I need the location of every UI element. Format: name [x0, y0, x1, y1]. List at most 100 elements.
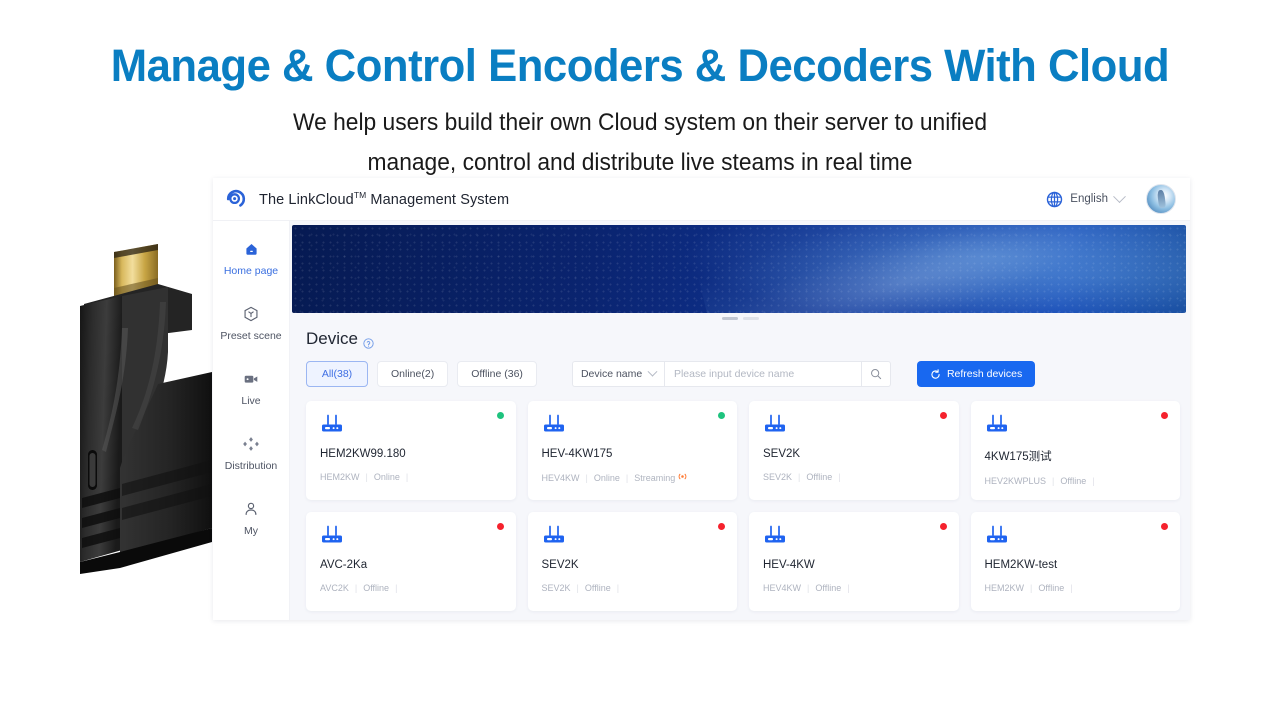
chevron-down-icon: [647, 366, 657, 376]
device-name: HEV-4KW: [763, 559, 945, 571]
device-streaming: Streaming: [634, 472, 687, 483]
sidebar-item-distribution[interactable]: Distribution: [213, 434, 289, 472]
device-model: HEV4KW: [763, 583, 801, 593]
device-status-dot: [940, 523, 947, 530]
sidebar-label-preset-scene: Preset scene: [220, 330, 281, 342]
device-card-2[interactable]: HEV-4KW175 HEV4KW | Online | Streaming: [528, 401, 738, 500]
device-router-icon: [542, 532, 568, 549]
device-status-dot: [718, 412, 725, 419]
cube-icon: [241, 304, 261, 324]
device-status: Offline: [806, 472, 832, 482]
page-title: Manage & Control Encoders & Decoders Wit…: [19, 40, 1261, 92]
sidebar-item-preset-scene[interactable]: Preset scene: [213, 304, 289, 342]
search-icon: [870, 368, 882, 380]
device-toolbar: All(38) Online(2) Offline (36) Device na…: [306, 361, 1190, 387]
device-status: Offline: [585, 583, 611, 593]
sidebar: Home page Preset scene: [213, 221, 290, 620]
language-selector[interactable]: English: [1040, 186, 1132, 212]
search-submit-button[interactable]: [861, 361, 891, 387]
device-meta: HEV4KW | Online | Streaming: [542, 472, 724, 483]
device-status-dot: [497, 523, 504, 530]
device-model: HEM2KW: [985, 583, 1025, 593]
device-name: AVC-2Ka: [320, 559, 502, 571]
device-model: HEV4KW: [542, 473, 580, 483]
filter-tab-online[interactable]: Online(2): [377, 361, 448, 387]
device-card-4[interactable]: 4KW175测试 HEV2KWPLUS | Offline |: [971, 401, 1181, 500]
app-body: Home page Preset scene: [213, 221, 1190, 620]
device-card-8[interactable]: HEM2KW-test HEM2KW | Offline |: [971, 512, 1181, 611]
page-subtitle: We help users build their own Cloud syst…: [32, 103, 1248, 183]
app-brand-title: The LinkCloudTM Management System: [259, 190, 509, 208]
device-router-icon: [763, 532, 789, 549]
person-icon: [241, 499, 261, 519]
avatar[interactable]: [1146, 184, 1176, 214]
device-status: Offline: [1060, 476, 1086, 486]
search-field-select-value: Device name: [581, 368, 642, 380]
brand-name-prefix: The LinkCloud: [259, 192, 354, 208]
sidebar-label-home-page: Home page: [224, 265, 278, 277]
help-circle-icon[interactable]: [363, 334, 374, 345]
device-name: 4KW175测试: [985, 448, 1167, 464]
device-status: Offline: [815, 583, 841, 593]
search-field-select[interactable]: Device name: [572, 361, 664, 387]
device-status-dot: [1161, 523, 1168, 530]
device-meta: HEM2KW | Offline |: [985, 583, 1167, 593]
brand-trademark: TM: [354, 190, 366, 200]
carousel-dot-1[interactable]: [722, 317, 738, 320]
device-model: HEM2KW: [320, 472, 360, 482]
refresh-icon: [930, 369, 941, 380]
language-label: English: [1070, 193, 1108, 205]
device-meta: HEV4KW | Offline |: [763, 583, 945, 593]
device-section-title: Device: [306, 329, 1190, 349]
device-card-7[interactable]: HEV-4KW HEV4KW | Offline |: [749, 512, 959, 611]
main-content: Device All(38) Online(2) Offline (36): [290, 221, 1190, 620]
sidebar-label-distribution: Distribution: [225, 460, 278, 472]
carousel-dot-2[interactable]: [743, 317, 759, 320]
device-status-dot: [940, 412, 947, 419]
linkcloud-logo-icon: [225, 188, 247, 210]
device-name: SEV2K: [542, 559, 724, 571]
video-camera-icon: [241, 369, 261, 389]
sidebar-label-my: My: [244, 525, 258, 537]
filter-tab-offline[interactable]: Offline (36): [457, 361, 537, 387]
subtitle-line-1: We help users build their own Cloud syst…: [32, 103, 1248, 143]
app-header: The LinkCloudTM Management System Englis…: [213, 178, 1190, 221]
device-title-text: Device: [306, 329, 358, 349]
sidebar-item-live[interactable]: Live: [213, 369, 289, 407]
device-status: Offline: [1038, 583, 1064, 593]
device-model: AVC2K: [320, 583, 349, 593]
device-card-grid: HEM2KW99.180 HEM2KW | Online | HEV-4KW17…: [306, 401, 1180, 611]
device-name: HEV-4KW175: [542, 448, 724, 460]
brand-name-suffix: Management System: [366, 192, 509, 208]
sidebar-item-home-page[interactable]: Home page: [213, 239, 289, 277]
banner-carousel-dots: [290, 317, 1190, 320]
device-model: SEV2K: [542, 583, 571, 593]
device-router-icon: [320, 532, 346, 549]
device-card-3[interactable]: SEV2K SEV2K | Offline |: [749, 401, 959, 500]
device-name-search-input[interactable]: Please input device name: [664, 361, 861, 387]
home-icon: [241, 239, 261, 259]
device-search-group: Device name Please input device name: [572, 361, 891, 387]
device-card-6[interactable]: SEV2K SEV2K | Offline |: [528, 512, 738, 611]
device-status-dot: [1161, 412, 1168, 419]
promo-banner[interactable]: [292, 225, 1186, 313]
device-card-1[interactable]: HEM2KW99.180 HEM2KW | Online |: [306, 401, 516, 500]
device-card-5[interactable]: AVC-2Ka AVC2K | Offline |: [306, 512, 516, 611]
header-right-controls: English: [1040, 184, 1176, 214]
device-model: SEV2K: [763, 472, 792, 482]
device-status: Online: [374, 472, 400, 482]
refresh-devices-button[interactable]: Refresh devices: [917, 361, 1035, 387]
sidebar-item-my[interactable]: My: [213, 499, 289, 537]
marketing-slide: Manage & Control Encoders & Decoders Wit…: [0, 0, 1280, 720]
device-meta: HEM2KW | Online |: [320, 472, 502, 482]
device-router-icon: [985, 421, 1011, 438]
device-router-icon: [763, 421, 789, 438]
device-meta: HEV2KWPLUS | Offline |: [985, 476, 1167, 486]
chevron-down-icon: [1113, 190, 1126, 203]
device-meta: SEV2K | Offline |: [763, 472, 945, 482]
device-status-dot: [718, 523, 725, 530]
filter-tab-all[interactable]: All(38): [306, 361, 368, 387]
device-name: SEV2K: [763, 448, 945, 460]
device-status-dot: [497, 412, 504, 419]
device-router-icon: [542, 421, 568, 438]
